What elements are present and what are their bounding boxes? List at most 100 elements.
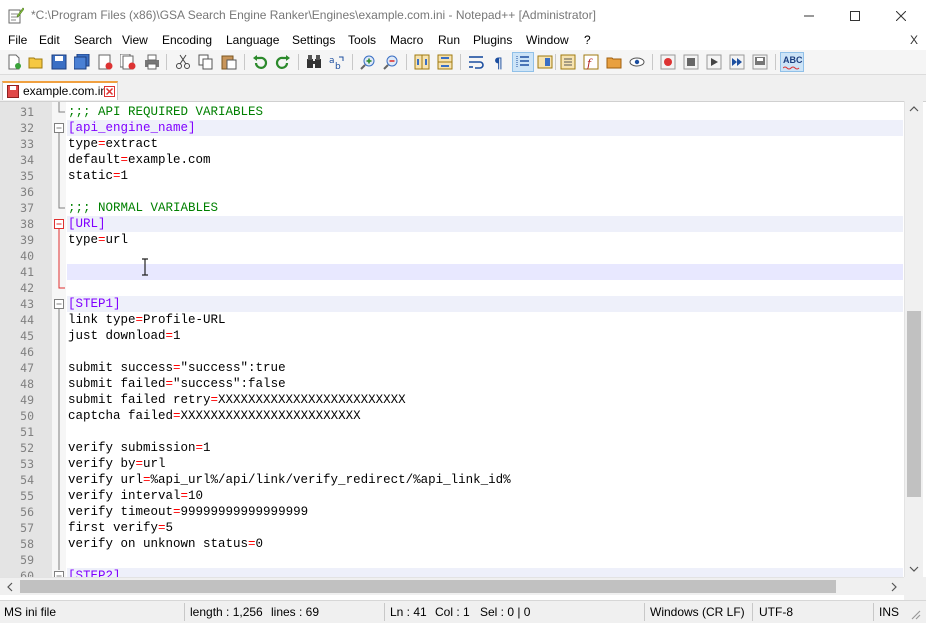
menu-settings[interactable]: Settings <box>292 33 335 47</box>
code-line[interactable]: verify on unknown status=0 <box>68 536 263 552</box>
menu-file[interactable]: File <box>8 33 27 47</box>
code-line[interactable]: submit success="success":true <box>68 360 286 376</box>
save-all-icon[interactable] <box>74 54 90 70</box>
line-number: 47 <box>20 361 34 375</box>
vertical-scroll-thumb[interactable] <box>907 311 921 497</box>
resize-grip-icon[interactable] <box>910 609 922 621</box>
line-number: 54 <box>20 473 34 487</box>
unsaved-file-icon <box>7 85 19 98</box>
line-number: 33 <box>20 137 34 151</box>
status-insert-mode[interactable]: INS <box>879 605 899 619</box>
scroll-up-icon[interactable] <box>909 105 919 113</box>
menu-macro[interactable]: Macro <box>390 33 423 47</box>
status-divider <box>873 603 874 621</box>
close-tab-icon[interactable] <box>104 86 115 97</box>
comment-line[interactable]: ;;; NORMAL VARIABLES <box>68 200 218 216</box>
sync-v-icon[interactable] <box>414 54 430 70</box>
code-line[interactable]: verify submission=1 <box>68 440 211 456</box>
menu-search[interactable]: Search <box>74 33 112 47</box>
monitor-icon[interactable] <box>629 54 645 70</box>
menu-window[interactable]: Window <box>526 33 569 47</box>
menu-help[interactable]: ? <box>584 33 591 47</box>
stop-record-icon[interactable] <box>683 54 699 70</box>
sync-h-icon[interactable] <box>437 54 453 70</box>
section-header-line[interactable]: [URL] <box>68 216 106 232</box>
editor[interactable]: 31 ;;; API REQUIRED VARIABLES 32 [api_engin… <box>0 101 926 578</box>
cut-icon[interactable] <box>175 54 191 70</box>
spellcheck-button[interactable]: ABC <box>780 52 804 72</box>
save-macro-icon[interactable] <box>752 54 768 70</box>
code-line[interactable]: first verify=5 <box>68 520 173 536</box>
status-eol[interactable]: Windows (CR LF) <box>650 605 745 619</box>
code-line[interactable]: verify timeout=99999999999999999 <box>68 504 308 520</box>
menu-language[interactable]: Language <box>226 33 279 47</box>
line-number: 58 <box>20 537 34 551</box>
code-line[interactable]: submit failed="success":false <box>68 376 286 392</box>
menu-encoding[interactable]: Encoding <box>162 33 212 47</box>
code-line[interactable]: default=example.com <box>68 152 211 168</box>
maximize-button[interactable] <box>832 0 878 32</box>
line-number: 38 <box>20 217 34 231</box>
save-icon[interactable] <box>51 54 67 70</box>
spellcheck-underline <box>783 66 800 70</box>
code-line[interactable]: submit failed retry=XXXXXXXXXXXXXXXXXXXX… <box>68 392 406 408</box>
print-icon[interactable] <box>144 54 160 70</box>
close-window-button[interactable] <box>878 0 924 32</box>
code-line[interactable]: verify by=url <box>68 456 166 472</box>
minimize-icon <box>804 15 814 17</box>
horizontal-scrollbar[interactable] <box>0 577 904 595</box>
open-file-icon[interactable] <box>28 54 44 70</box>
section-header-line[interactable]: [STEP1] <box>68 296 121 312</box>
play-macro-icon[interactable] <box>706 54 722 70</box>
comment-line[interactable]: ;;; API REQUIRED VARIABLES <box>68 104 263 120</box>
show-all-chars-icon[interactable]: ¶ <box>491 54 507 70</box>
tab-example-com-ini[interactable]: example.com.ini <box>2 81 118 100</box>
code-line[interactable]: verify url=%api_url%/api/link/verify_red… <box>68 472 511 488</box>
close-all-icon[interactable] <box>120 54 136 70</box>
record-macro-icon[interactable] <box>660 54 676 70</box>
menu-run[interactable]: Run <box>438 33 460 47</box>
zoom-in-icon[interactable] <box>360 54 376 70</box>
vertical-scrollbar[interactable] <box>904 101 923 577</box>
word-wrap-icon[interactable] <box>468 54 484 70</box>
function-list-icon[interactable] <box>560 54 576 70</box>
toolbar-separator <box>166 54 167 70</box>
code-line[interactable]: captcha failed=XXXXXXXXXXXXXXXXXXXXXXXX <box>68 408 361 424</box>
code-line[interactable]: verify interval=10 <box>68 488 203 504</box>
find-icon[interactable] <box>306 54 322 70</box>
doc-map-icon[interactable] <box>537 54 553 70</box>
folder-workspace-icon[interactable] <box>606 54 622 70</box>
menu-view[interactable]: View <box>122 33 148 47</box>
line-number: 53 <box>20 457 34 471</box>
undo-icon[interactable] <box>252 54 268 70</box>
code-line[interactable]: type=extract <box>68 136 158 152</box>
minimize-button[interactable] <box>786 0 832 32</box>
paste-icon[interactable] <box>221 54 237 70</box>
scroll-left-icon[interactable] <box>6 582 14 592</box>
replace-icon[interactable]: ab <box>329 54 345 70</box>
code-line[interactable]: link type=Profile-URL <box>68 312 226 328</box>
section-header-line[interactable]: [api_engine_name] <box>68 120 196 136</box>
menu-edit[interactable]: Edit <box>39 33 60 47</box>
line-number: 43 <box>20 297 34 311</box>
run-multiple-icon[interactable] <box>729 54 745 70</box>
code-line[interactable]: type=url <box>68 232 128 248</box>
zoom-out-icon[interactable] <box>383 54 399 70</box>
fold-range-line <box>58 133 65 209</box>
indent-guide-button[interactable] <box>512 52 534 72</box>
code-line[interactable]: just download=1 <box>68 328 181 344</box>
scroll-down-icon[interactable] <box>909 565 919 573</box>
new-file-icon[interactable] <box>6 54 22 70</box>
menu-tools[interactable]: Tools <box>348 33 376 47</box>
line-number: 40 <box>20 249 34 263</box>
redo-icon[interactable] <box>275 54 291 70</box>
menu-plugins[interactable]: Plugins <box>473 33 512 47</box>
close-document-button[interactable]: X <box>910 33 918 47</box>
scroll-right-icon[interactable] <box>890 582 898 592</box>
close-icon[interactable] <box>97 54 113 70</box>
copy-icon[interactable] <box>198 54 214 70</box>
code-line[interactable]: static=1 <box>68 168 128 184</box>
function-icon[interactable]: f <box>583 54 599 70</box>
status-encoding[interactable]: UTF-8 <box>759 605 793 619</box>
horizontal-scroll-thumb[interactable] <box>20 580 836 593</box>
